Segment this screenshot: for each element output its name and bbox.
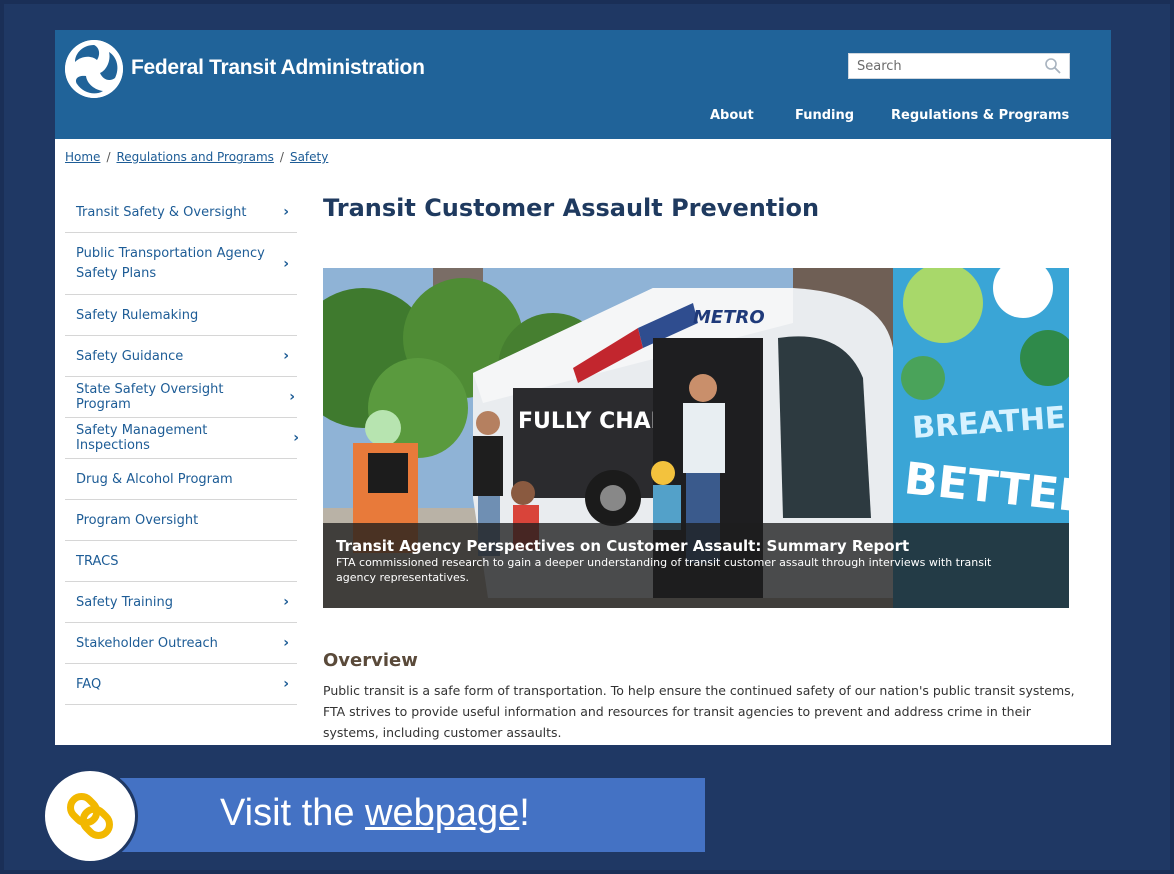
link-badge[interactable] bbox=[42, 768, 138, 864]
breadcrumb-safety[interactable]: Safety bbox=[290, 150, 328, 164]
breadcrumb-home[interactable]: Home bbox=[65, 150, 100, 164]
sidebar-item-label: Safety Management Inspections bbox=[76, 423, 208, 453]
nav-funding[interactable]: Funding bbox=[795, 108, 854, 128]
sidebar-item-tracs[interactable]: TRACS bbox=[65, 541, 297, 582]
hero-image[interactable]: FULLY CHARGED METRO BREATHE BETTER Trans… bbox=[323, 268, 1069, 608]
sidebar-item-ptasp[interactable]: Public Transportation Agency Safety Plan… bbox=[65, 233, 297, 295]
breadcrumb-separator: / bbox=[279, 150, 284, 164]
page-title: Transit Customer Assault Prevention bbox=[323, 194, 820, 222]
fta-logo-icon[interactable] bbox=[65, 40, 123, 98]
sidebar-item-label: State Safety Oversight Program bbox=[76, 382, 224, 412]
hero-caption: Transit Agency Perspectives on Customer … bbox=[323, 523, 1069, 608]
sidebar-item-safety-management-inspections[interactable]: Safety Management Inspections › bbox=[65, 418, 299, 459]
nav-about[interactable]: About bbox=[710, 108, 754, 128]
sidebar-item-label: Transit Safety & Oversight bbox=[76, 204, 247, 220]
webpage-link[interactable]: webpage bbox=[365, 792, 519, 834]
chevron-right-icon: › bbox=[283, 255, 289, 272]
sidebar-item-faq[interactable]: FAQ › bbox=[65, 664, 297, 705]
chevron-right-icon: › bbox=[283, 204, 289, 220]
chevron-right-icon: › bbox=[283, 348, 289, 364]
visit-webpage-banner: Visit the webpage! bbox=[120, 778, 705, 852]
sidebar-item-label: Program Oversight bbox=[76, 512, 199, 528]
chevron-right-icon: › bbox=[293, 430, 299, 446]
breadcrumb-regulations[interactable]: Regulations and Programs bbox=[116, 150, 273, 164]
site-header: Federal Transit Administration About Fun… bbox=[55, 30, 1111, 139]
sidebar-item-safety-training[interactable]: Safety Training › bbox=[65, 582, 297, 623]
sidebar-item-stakeholder-outreach[interactable]: Stakeholder Outreach › bbox=[65, 623, 297, 664]
hero-caption-title[interactable]: Transit Agency Perspectives on Customer … bbox=[336, 537, 1057, 555]
breadcrumb: Home / Regulations and Programs / Safety bbox=[65, 150, 328, 164]
sidebar-item-label: TRACS bbox=[76, 553, 119, 569]
sidebar-item-safety-rulemaking[interactable]: Safety Rulemaking bbox=[65, 295, 297, 336]
banner-suffix: ! bbox=[519, 792, 530, 834]
sidebar-item-label: Public Transportation Agency Safety Plan… bbox=[76, 245, 265, 281]
banner-prefix: Visit the bbox=[220, 792, 366, 834]
overview-text: Public transit is a safe form of transpo… bbox=[323, 683, 1075, 740]
chevron-right-icon: › bbox=[283, 635, 289, 651]
site-name[interactable]: Federal Transit Administration bbox=[131, 56, 425, 80]
sidebar-item-transit-safety-oversight[interactable]: Transit Safety & Oversight › bbox=[65, 192, 297, 233]
chain-link-icon bbox=[67, 793, 113, 839]
nav-regulations-programs[interactable]: Regulations & Programs bbox=[891, 108, 1069, 128]
website-screenshot: Federal Transit Administration About Fun… bbox=[55, 30, 1111, 745]
breadcrumb-separator: / bbox=[106, 150, 111, 164]
sidebar-nav: Transit Safety & Oversight › Public Tran… bbox=[65, 192, 299, 705]
chevron-right-icon: › bbox=[283, 594, 289, 610]
chevron-right-icon: › bbox=[283, 676, 289, 692]
overview-heading: Overview bbox=[323, 650, 418, 671]
sidebar-item-drug-alcohol[interactable]: Drug & Alcohol Program bbox=[65, 459, 297, 500]
chevron-right-icon: › bbox=[289, 389, 295, 405]
sidebar-item-program-oversight[interactable]: Program Oversight bbox=[65, 500, 297, 541]
hero-caption-text: FTA commissioned research to gain a deep… bbox=[336, 556, 992, 584]
sidebar-item-label: FAQ bbox=[76, 676, 102, 692]
sidebar-item-label: Safety Rulemaking bbox=[76, 307, 199, 323]
bus-brand-text: METRO bbox=[693, 307, 765, 328]
sidebar-item-safety-guidance[interactable]: Safety Guidance › bbox=[65, 336, 297, 377]
search-icon[interactable] bbox=[1044, 57, 1062, 75]
sidebar-item-state-safety-oversight[interactable]: State Safety Oversight Program › bbox=[65, 377, 297, 418]
search-box bbox=[848, 53, 1070, 79]
sidebar-item-label: Stakeholder Outreach bbox=[76, 635, 218, 651]
banner-text: Visit the webpage! bbox=[220, 792, 530, 835]
sidebar-item-label: Safety Training bbox=[76, 594, 174, 610]
sidebar-item-label: Drug & Alcohol Program bbox=[76, 471, 233, 487]
sidebar-item-label: Safety Guidance bbox=[76, 348, 184, 364]
search-input[interactable] bbox=[849, 54, 1039, 78]
